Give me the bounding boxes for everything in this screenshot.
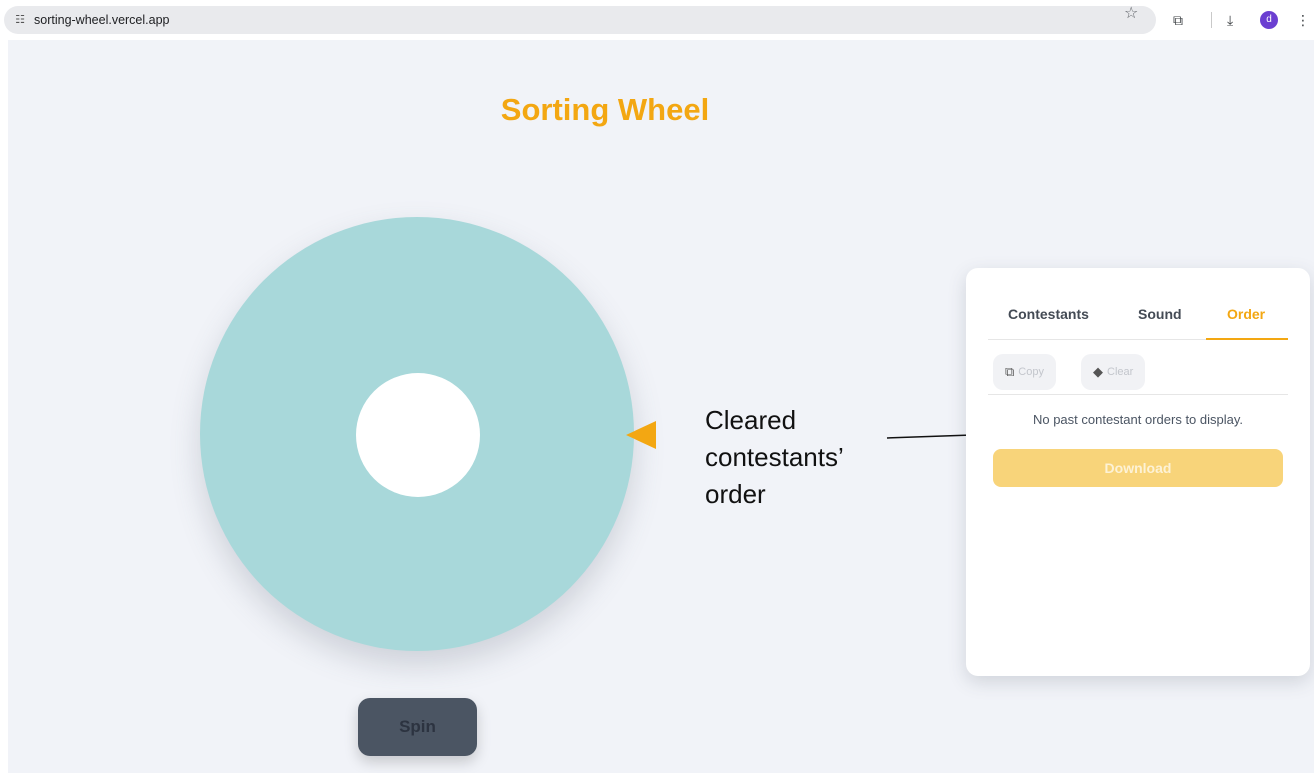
download-button[interactable]: Download [993,449,1283,487]
profile-avatar[interactable]: d [1260,11,1278,29]
clear-label: Clear [1107,366,1134,378]
annotation-text: Cleared contestants’ order [705,405,843,509]
tab-sound[interactable]: Sound [1138,306,1182,322]
address-bar[interactable]: ☷ sorting-wheel.vercel.app [4,6,1156,34]
wheel-pointer-icon [626,421,656,449]
bookmark-star-icon[interactable]: ☆ [1124,4,1138,24]
copy-label: Copy [1018,366,1044,378]
clear-button[interactable]: ◆ Clear [1081,354,1146,390]
download-icon[interactable]: ⤓ [1227,10,1233,30]
site-settings-icon[interactable]: ☷ [12,12,28,28]
page-title: Sorting Wheel [500,92,710,127]
wheel-hub [356,373,480,497]
empty-order-message: No past contestant orders to display. [1032,412,1244,427]
copy-button[interactable]: ⧉ Copy [993,354,1056,390]
tab-contestants[interactable]: Contestants [1008,306,1089,322]
panel-tabs: Contestants Sound Order [988,298,1288,340]
copy-icon: ⧉ [1005,364,1015,379]
browser-toolbar: ☷ sorting-wheel.vercel.app ☆ ⧉ ⤓ d ⋮ [0,0,1314,40]
eraser-icon: ◆ [1093,364,1103,379]
settings-panel: Contestants Sound Order ⧉ Copy ◆ Clear N… [966,268,1310,676]
tools-divider [988,394,1288,395]
toolbar-divider [1211,12,1212,28]
url-text[interactable]: sorting-wheel.vercel.app [34,12,170,28]
kebab-menu-icon[interactable]: ⋮ [1296,10,1310,30]
tab-order[interactable]: Order [1227,306,1265,322]
active-tab-indicator [1206,338,1288,340]
google-lens-icon[interactable]: ⧉ [1173,10,1183,30]
spin-button[interactable]: Spin [358,698,477,756]
